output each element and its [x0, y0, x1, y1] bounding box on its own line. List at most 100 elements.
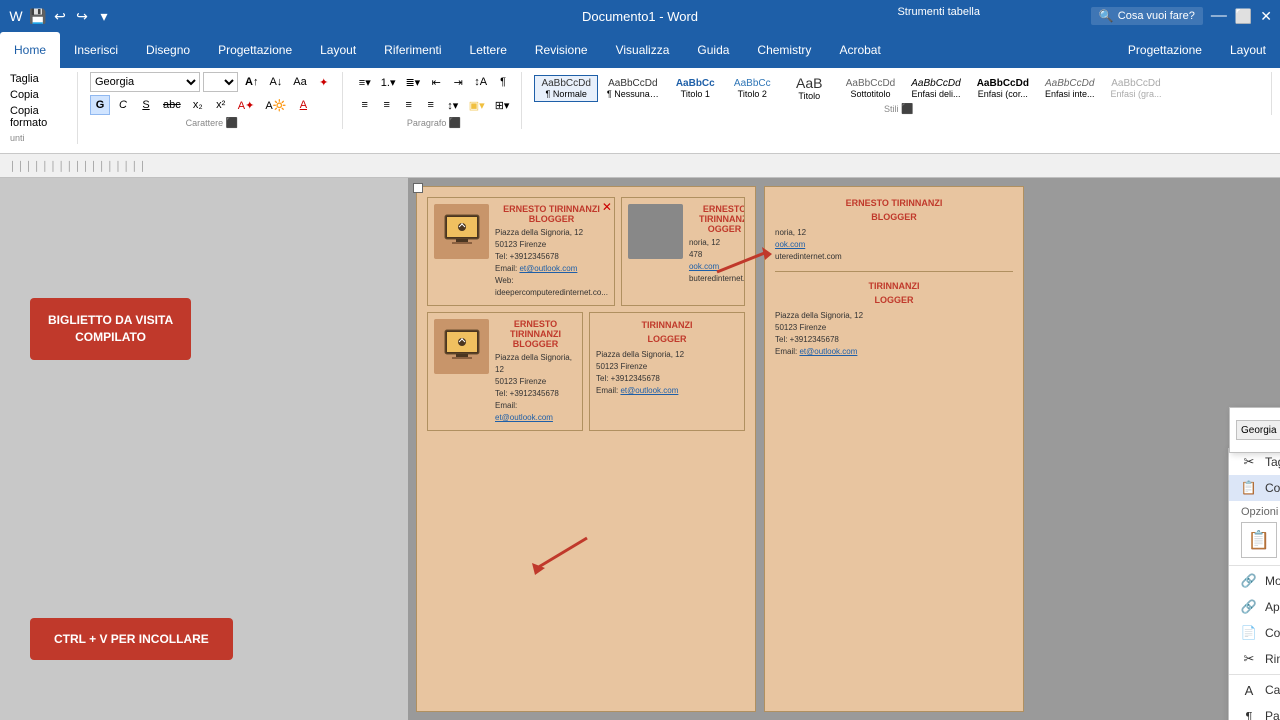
- close-button[interactable]: ✕: [1260, 8, 1272, 25]
- style-titolo1[interactable]: AaBbCc Titolo 1: [668, 75, 723, 102]
- carattere-label: Carattere ⬛: [90, 118, 334, 129]
- style-sottotitolo[interactable]: AaBbCcDd Sottotitolo: [839, 75, 902, 102]
- card-info-left-bottom: ERNESTO TIRINNANZIBLOGGER Piazza della S…: [495, 319, 576, 424]
- show-marks-button[interactable]: ¶: [493, 72, 513, 92]
- right-page-separator: [775, 271, 1013, 272]
- tab-lettere[interactable]: Lettere: [456, 32, 521, 68]
- superscript-button[interactable]: x²: [211, 95, 231, 115]
- italic-button[interactable]: C: [113, 95, 133, 115]
- undo-icon[interactable]: ↩: [52, 8, 68, 24]
- align-right-button[interactable]: ≡: [399, 95, 419, 115]
- tab-home[interactable]: Home: [0, 32, 60, 68]
- style-nessuna[interactable]: AaBbCcDd ¶ Nessuna…: [600, 75, 666, 102]
- align-center-button[interactable]: ≡: [377, 95, 397, 115]
- tab-acrobat[interactable]: Acrobat: [825, 32, 894, 68]
- align-left-button[interactable]: ≡: [355, 95, 375, 115]
- ctx-apri-link[interactable]: 🔗 Apri collegamento ipertestuale: [1229, 594, 1280, 620]
- bold-button[interactable]: G: [90, 95, 110, 115]
- redo-icon[interactable]: ↪: [74, 8, 90, 24]
- right-card-bottom-info: TIRINNANZILOGGER Piazza della Signoria, …: [775, 280, 1013, 358]
- restore-button[interactable]: ⬜: [1235, 8, 1252, 25]
- line-spacing-button[interactable]: ↕▾: [443, 95, 463, 115]
- clear-format-button[interactable]: ✦: [314, 72, 334, 92]
- text-effects-button[interactable]: A✦: [234, 95, 259, 115]
- tab-inserisci[interactable]: Inserisci: [60, 32, 132, 68]
- font-case-button[interactable]: Aa: [289, 72, 310, 92]
- highlight-button[interactable]: A🔆: [261, 95, 290, 115]
- copia-label: Copia: [8, 88, 69, 102]
- tab-progettazione[interactable]: Progettazione: [204, 32, 306, 68]
- close-indicator: ✕: [602, 200, 612, 214]
- font-name-select[interactable]: Georgia: [90, 72, 200, 92]
- ctx-modifica-link[interactable]: 🔗 Modifica collegamento ipertestuale...: [1229, 568, 1280, 594]
- indent-decrease-button[interactable]: ⇤: [426, 72, 446, 92]
- tab-riferimenti[interactable]: Riferimenti: [370, 32, 455, 68]
- tab-progettazione-table[interactable]: Progettazione: [1114, 32, 1216, 68]
- tab-revisione[interactable]: Revisione: [521, 32, 602, 68]
- font-color-button[interactable]: A: [293, 95, 313, 115]
- font-size-select[interactable]: [203, 72, 238, 92]
- right-card-bottom-name: TIRINNANZILOGGER: [775, 280, 1013, 307]
- sort-button[interactable]: ↕A: [470, 72, 491, 92]
- list-number-button[interactable]: 1.▾: [377, 72, 400, 92]
- font-shrink-button[interactable]: A↓: [265, 72, 286, 92]
- context-menu: Georgia A↑ A↓ G C S 🎨 A ≡ 1. Stili 💬 Nuo…: [1228, 448, 1280, 720]
- style-titolo2[interactable]: AaBbCc Titolo 2: [725, 75, 780, 102]
- ctx-copia[interactable]: 📋 Copia: [1229, 475, 1280, 501]
- right-card-bottom-email[interactable]: et@outlook.com: [799, 347, 857, 356]
- ctx-copia-link[interactable]: 📄 Copia collegamento ipertestuale: [1229, 620, 1280, 646]
- card-details-lb: Piazza della Signoria, 12 50123 Firenze …: [495, 352, 576, 424]
- card-email-lb[interactable]: et@outlook.com: [495, 413, 553, 422]
- ctx-rimuovi-link[interactable]: ✂ Rimuovi collegamento ipertestuale: [1229, 646, 1280, 672]
- tab-visualizza[interactable]: Visualizza: [602, 32, 684, 68]
- shading-button[interactable]: ▣▾: [465, 95, 489, 115]
- ctx-carattere[interactable]: A Carattere...: [1229, 677, 1280, 703]
- left-panel: BIGLIETTO DA VISITA COMPILATO CTRL + V P…: [0, 178, 408, 720]
- tab-layout[interactable]: Layout: [306, 32, 370, 68]
- style-enfasi-gra[interactable]: AaBbCcDd Enfasi (gra...: [1103, 75, 1168, 102]
- style-normale[interactable]: AaBbCcDd ¶ Normale: [534, 75, 597, 102]
- minimize-button[interactable]: —: [1211, 7, 1227, 25]
- tab-chemistry[interactable]: Chemistry: [743, 32, 825, 68]
- card-email-rb[interactable]: et@outlook.com: [620, 386, 678, 395]
- paragrafo-label: Paragrafo ⬛: [355, 118, 514, 129]
- card-name-rb: TIRINNANZILOGGER: [596, 319, 738, 346]
- title-bar-controls: 🔍 Cosa vuoi fare? — ⬜ ✕: [1091, 7, 1272, 25]
- quick-save-icon[interactable]: 💾: [30, 8, 46, 24]
- border-button[interactable]: ⊞▾: [491, 95, 514, 115]
- style-titolo[interactable]: AaB Titolo: [782, 72, 837, 104]
- tab-guida[interactable]: Guida: [683, 32, 743, 68]
- paste-btn-1[interactable]: 📋: [1241, 522, 1277, 558]
- window-title: Documento1 - Word: [582, 9, 698, 24]
- style-enfasi-deli[interactable]: AaBbCcDd Enfasi deli...: [904, 75, 967, 102]
- customize-icon[interactable]: ▾: [96, 8, 112, 24]
- justify-button[interactable]: ≡: [421, 95, 441, 115]
- tab-layout-table[interactable]: Layout: [1216, 32, 1280, 68]
- tab-disegno[interactable]: Disegno: [132, 32, 204, 68]
- card-left-bottom: ERNESTO TIRINNANZIBLOGGER Piazza della S…: [427, 312, 583, 431]
- right-page: ERNESTO TIRINNANZIBLOGGER noria, 12 ook.…: [764, 186, 1024, 712]
- list-bullet-button[interactable]: ≡▾: [355, 72, 375, 92]
- multilevel-list-button[interactable]: ≣▾: [401, 72, 424, 92]
- link-edit-icon: 🔗: [1241, 573, 1257, 589]
- font-row2: G C S abc x₂ x² A✦ A🔆 A: [90, 95, 334, 115]
- style-enfasi-cor[interactable]: AaBbCcDd Enfasi (cor...: [970, 75, 1036, 102]
- para-row1: ≡▾ 1.▾ ≣▾ ⇤ ⇥ ↕A ¶: [355, 72, 514, 92]
- card-inner: ERNESTO TIRINNANZIBLOGGER Piazza della S…: [434, 204, 608, 299]
- indent-increase-button[interactable]: ⇥: [448, 72, 468, 92]
- search-box[interactable]: 🔍 Cosa vuoi fare?: [1091, 7, 1203, 25]
- tools-label: Strumenti tabella: [897, 4, 980, 18]
- ctx-paragrafo[interactable]: ¶ Paragrafo...: [1229, 703, 1280, 720]
- card-email-lt[interactable]: et@outlook.com: [519, 264, 577, 273]
- right-page-top-card: ERNESTO TIRINNANZIBLOGGER noria, 12 ook.…: [775, 197, 1013, 263]
- word-icon: W: [8, 8, 24, 24]
- subscript-button[interactable]: x₂: [188, 95, 208, 115]
- arrow-right: [707, 242, 787, 285]
- mini-font-select[interactable]: Georgia: [1236, 420, 1280, 440]
- strikethrough-button[interactable]: abc: [159, 95, 185, 115]
- title-bar: W 💾 ↩ ↪ ▾ Documento1 - Word Strumenti ta…: [0, 0, 1280, 32]
- style-enfasi-inte[interactable]: AaBbCcDd Enfasi inte...: [1038, 75, 1102, 102]
- font-grow-button[interactable]: A↑: [241, 72, 262, 92]
- underline-button[interactable]: S: [136, 95, 156, 115]
- card-name-rt: ERNESTO TIRINNANZIOGGER: [689, 204, 745, 234]
